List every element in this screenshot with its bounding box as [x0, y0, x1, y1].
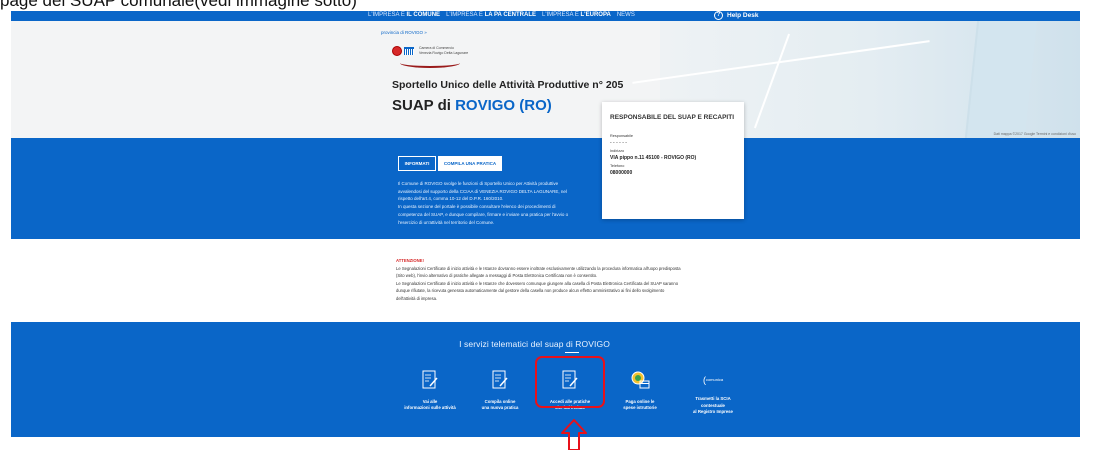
breadcrumb[interactable]: provincia di ROVIGO »: [381, 30, 427, 35]
services-title: I servizi telematici del suap di ROVIGO: [459, 339, 610, 349]
help-desk-label: Help Desk: [727, 12, 759, 19]
logo-swoosh: [400, 58, 460, 68]
help-desk-link[interactable]: ? Help Desk: [714, 11, 758, 20]
page-caption: page del SUAP comunale(vedi immagine sot…: [0, 0, 357, 10]
chamber-logo: Camera di Commercio Venezia Rovigo Delta…: [392, 46, 468, 56]
telefono-label: Telefono: [610, 164, 625, 168]
services-title-underline: [565, 352, 579, 353]
map-credit[interactable]: Dati mappa ©2017 Google Termini e condiz…: [994, 132, 1076, 136]
arrow-up-icon: [561, 419, 587, 450]
nav-item-europa[interactable]: L'IMPRESA E L'EUROPA: [542, 12, 611, 18]
indirizzo-label: Indirizzo: [610, 149, 625, 153]
nav-item-news[interactable]: NEWS: [617, 12, 635, 18]
city-name: ROVIGO (RO): [455, 97, 552, 114]
tab-informati[interactable]: INFORMATI: [398, 156, 436, 171]
responsabile-value: - - - - - -: [610, 140, 627, 146]
logo-line-2: Venezia Rovigo Delta Lagunare: [419, 51, 469, 55]
page-title: SUAP di ROVIGO (RO): [392, 97, 552, 114]
nav-item-comune[interactable]: L'IMPRESA E IL COMUNE: [368, 12, 440, 18]
service-compila[interactable]: Compila online una nuova pratica: [470, 370, 530, 412]
page-subtitle: Sportello Unico delle Attività Produttiv…: [392, 79, 624, 91]
question-icon: ?: [714, 11, 723, 20]
attention-notice: ATTENZIONE! Le Segnalazioni Certificate …: [396, 257, 768, 303]
top-navigation: L'IMPRESA E IL COMUNE L'IMPRESA E LA PA …: [11, 11, 1080, 21]
nav-items: L'IMPRESA E IL COMUNE L'IMPRESA E LA PA …: [368, 12, 635, 18]
payment-icon: [631, 371, 650, 389]
intro-text: Il Comune di ROVIGO svolge le funzioni d…: [398, 181, 569, 225]
building-icon: [404, 47, 414, 55]
map-coast: [964, 21, 1038, 138]
nav-item-pa-centrale[interactable]: L'IMPRESA E LA PA CENTRALE: [446, 12, 536, 18]
telefono-value: 08000000: [610, 170, 633, 176]
indirizzo-value: VIA pippo n.11 45100 - ROVIGO (RO): [610, 155, 697, 161]
responsabile-card: RESPONSABILE DEL SUAP E RECAPITI Respons…: [602, 102, 744, 219]
highlight-box: [535, 356, 605, 408]
document-edit-icon: [422, 370, 438, 389]
attention-title: ATTENZIONE!: [396, 258, 424, 263]
card-heading: RESPONSABILE DEL SUAP E RECAPITI: [610, 114, 735, 121]
comunica-icon: (comunica: [702, 374, 724, 385]
seal-icon: [392, 46, 402, 56]
service-informazioni[interactable]: Vai alle informazioni sulle attività: [400, 370, 460, 412]
tab-compila-pratica[interactable]: COMPILA UNA PRATICA: [438, 156, 502, 171]
document-edit-icon: [492, 370, 508, 389]
responsabile-label: Responsabile: [610, 134, 634, 138]
service-paga-online[interactable]: Paga online le spese istruttorie: [610, 370, 670, 412]
service-trasmetti-scia[interactable]: (comunica Trasmetti la SCIA contestuale …: [683, 370, 743, 416]
